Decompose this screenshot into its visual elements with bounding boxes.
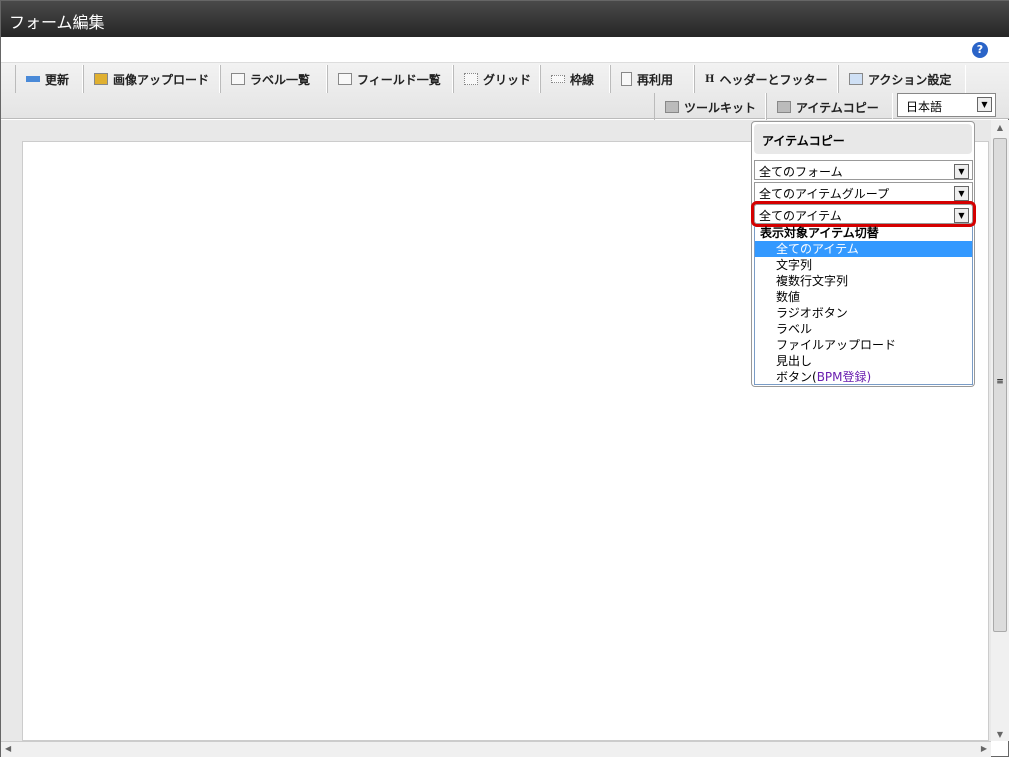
chevron-down-icon: ▼ [977, 97, 992, 112]
option-string[interactable]: 文字列 [755, 257, 972, 273]
horizontal-scrollbar[interactable]: ◀ ▶ [1, 741, 991, 757]
option-button-bpm[interactable]: ボタン(BPM登録) [755, 369, 972, 385]
item-type-select[interactable]: 全てのアイテム ▼ [751, 201, 976, 227]
option-text: ) [866, 370, 872, 384]
scroll-right-icon[interactable]: ▶ [981, 744, 987, 753]
tab-border[interactable]: 枠線 [540, 65, 610, 93]
grid-icon [464, 73, 478, 85]
help-icon[interactable]: ? [972, 42, 988, 58]
tab-label: 再利用 [637, 72, 674, 87]
tab-label: フィールド一覧 [357, 72, 441, 87]
option-text: ボタン( [776, 370, 817, 384]
scroll-thumb[interactable]: ≡ [993, 138, 1007, 632]
tab-image-upload[interactable]: 画像アップロード [83, 65, 220, 93]
tab-toolkit[interactable]: ツールキット [654, 93, 766, 121]
vertical-scrollbar[interactable]: ▲ ≡ ▼ [991, 120, 1009, 741]
border-icon [551, 75, 565, 83]
header-icon: H [705, 73, 715, 85]
option-heading[interactable]: 見出し [755, 353, 972, 369]
item-copy-panel: アイテムコピー 全てのフォーム ▼ 全てのアイテムグループ ▼ 全てのアイテム ▼ 表… [751, 121, 976, 387]
tab-label-list[interactable]: ラベル一覧 [220, 65, 327, 93]
refresh-icon [26, 76, 40, 82]
help-row: ? [1, 37, 1009, 63]
tab-label: ヘッダーとフッター [719, 72, 828, 87]
select-value: 全てのアイテム [759, 209, 842, 223]
select-value: 全てのアイテムグループ [759, 187, 890, 201]
tab-label: 更新 [45, 72, 70, 87]
option-file-upload[interactable]: ファイルアップロード [755, 337, 972, 353]
tab-field-list[interactable]: フィールド一覧 [327, 65, 453, 93]
toolbox-icon [777, 101, 791, 113]
option-all-items[interactable]: 全てのアイテム [755, 241, 972, 257]
panel-title: アイテムコピー [754, 124, 972, 154]
tab-reuse[interactable]: 再利用 [610, 65, 694, 93]
scroll-left-icon[interactable]: ◀ [5, 744, 11, 753]
option-text-highlight: BPM登録 [816, 370, 867, 384]
option-radio-button[interactable]: ラジオボタン [755, 305, 972, 321]
scroll-up-icon[interactable]: ▲ [991, 120, 1009, 136]
scroll-down-icon[interactable]: ▼ [991, 730, 1009, 739]
action-icon [849, 73, 863, 85]
list-icon [338, 73, 352, 85]
tab-label: 画像アップロード [113, 72, 210, 87]
form-select[interactable]: 全てのフォーム ▼ [754, 160, 973, 180]
tab-header-footer[interactable]: H ヘッダーとフッター [694, 65, 838, 93]
tab-label: グリッド [483, 72, 532, 87]
tab-item-copy[interactable]: アイテムコピー [766, 93, 893, 121]
toolbar: 更新 画像アップロード ラベル一覧 フィールド一覧 グリッド 枠線 再利用 Hヘ… [1, 63, 1009, 121]
tab-label: アイテムコピー [796, 100, 879, 115]
language-value: 日本語 [906, 100, 943, 114]
copy-icon [621, 72, 632, 86]
option-multiline-string[interactable]: 複数行文字列 [755, 273, 972, 289]
tab-label: ツールキット [684, 100, 757, 115]
option-group-label: 表示対象アイテム切替 [760, 226, 879, 240]
tab-label: アクション設定 [868, 72, 952, 87]
chevron-down-icon: ▼ [954, 186, 969, 201]
tab-label: 枠線 [570, 72, 595, 87]
tab-label: ラベル一覧 [250, 72, 311, 87]
chevron-down-icon: ▼ [954, 164, 969, 179]
image-upload-icon [94, 73, 108, 85]
option-label[interactable]: ラベル [755, 321, 972, 337]
tab-action-settings[interactable]: アクション設定 [838, 65, 966, 93]
toolbox-icon [665, 101, 679, 113]
list-icon [231, 73, 245, 85]
tab-refresh[interactable]: 更新 [15, 65, 83, 93]
language-select[interactable]: 日本語 ▼ [897, 93, 996, 117]
option-number[interactable]: 数値 [755, 289, 972, 305]
select-value: 全てのフォーム [759, 165, 843, 179]
window-title: フォーム編集 [1, 1, 1009, 37]
chevron-down-icon: ▼ [954, 208, 969, 223]
item-type-dropdown-list: 表示対象アイテム切替 全てのアイテム 文字列 複数行文字列 数値 ラジオボタン … [754, 226, 973, 385]
tab-grid[interactable]: グリッド [453, 65, 540, 93]
item-group-select[interactable]: 全てのアイテムグループ ▼ [754, 182, 973, 202]
